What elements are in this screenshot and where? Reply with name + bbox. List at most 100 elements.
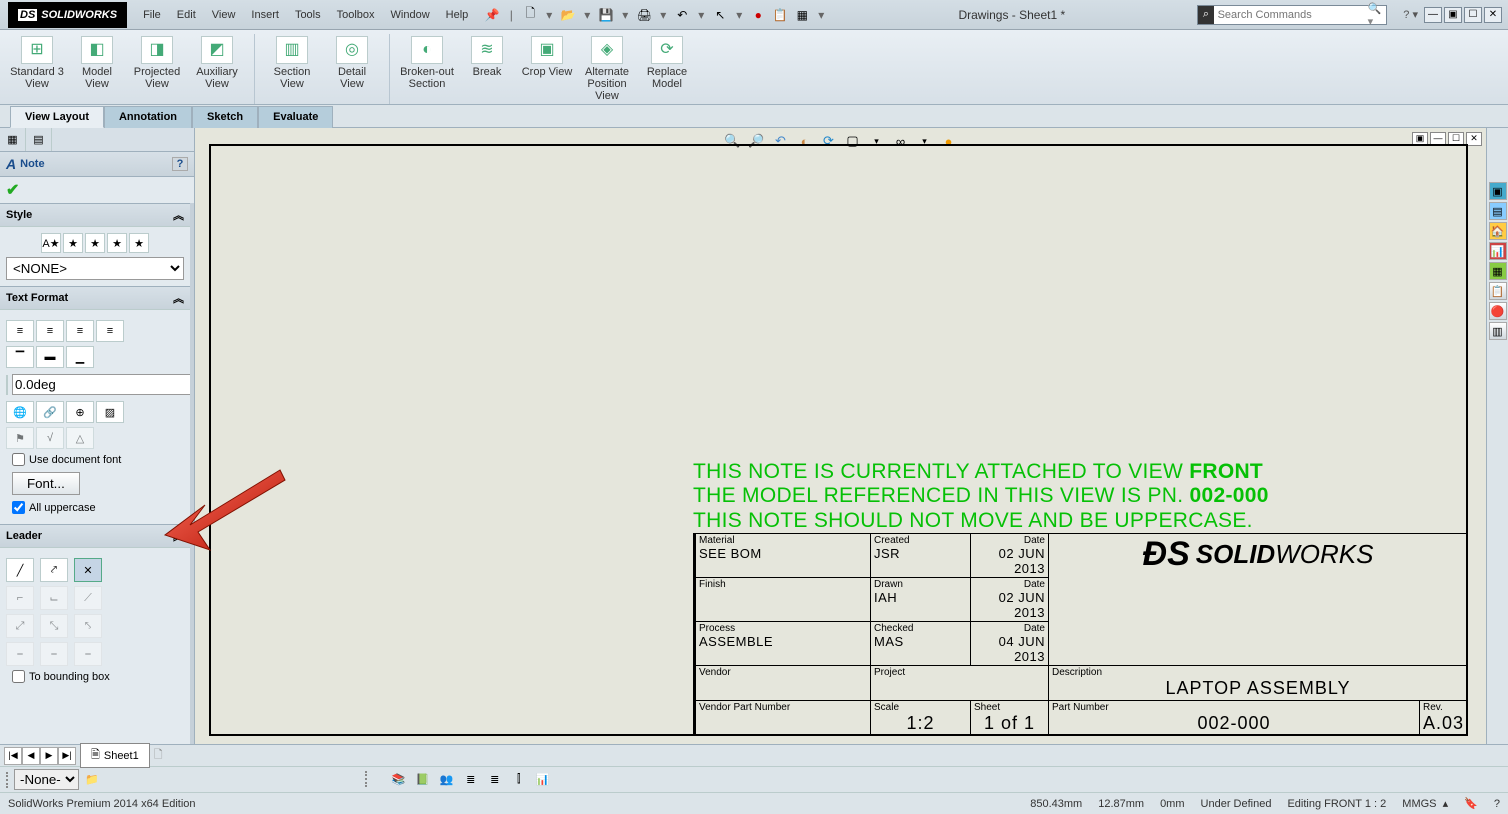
text-format-section-header[interactable]: Text Format︽ bbox=[0, 286, 190, 310]
style-load-icon[interactable]: ★ bbox=[129, 233, 149, 253]
last-sheet-icon[interactable]: ▶| bbox=[58, 747, 76, 765]
projected-view-button[interactable]: ◨Projected View bbox=[128, 34, 186, 92]
first-sheet-icon[interactable]: |◀ bbox=[4, 747, 22, 765]
help-icon[interactable]: ? ▾ bbox=[1403, 8, 1418, 21]
detail-view-button[interactable]: ◎Detail View bbox=[323, 34, 381, 92]
design-library-icon[interactable]: ▤ bbox=[1489, 202, 1507, 220]
align-icon[interactable]: ≣ bbox=[461, 771, 481, 789]
menu-tools[interactable]: Tools bbox=[295, 9, 321, 21]
minimize-icon[interactable]: — bbox=[1424, 7, 1442, 23]
appearances-icon[interactable]: ▦ bbox=[1489, 262, 1507, 280]
next-sheet-icon[interactable]: ▶ bbox=[40, 747, 58, 765]
undo-icon[interactable]: ↶ bbox=[674, 7, 690, 23]
auxiliary-view-button[interactable]: ◩Auxiliary View bbox=[188, 34, 246, 92]
break-button[interactable]: ≋Break bbox=[458, 34, 516, 104]
search-input[interactable] bbox=[1214, 9, 1364, 21]
forum-icon[interactable]: ▥ bbox=[1489, 322, 1507, 340]
prev-sheet-icon[interactable]: ◀ bbox=[22, 747, 40, 765]
menu-file[interactable]: File bbox=[143, 9, 161, 21]
maximize-icon[interactable]: ☐ bbox=[1464, 7, 1482, 23]
align-right-icon[interactable]: ≡ bbox=[66, 320, 94, 342]
options-icon[interactable]: 📋 bbox=[772, 7, 788, 23]
menu-help[interactable]: Help bbox=[446, 9, 469, 21]
link-to-property-icon[interactable]: 🔗 bbox=[36, 401, 64, 423]
ok-icon[interactable]: ✔ bbox=[6, 182, 19, 199]
style-favorite-icon[interactable]: A★ bbox=[41, 233, 61, 253]
alternate-position-view-button[interactable]: ◈Alternate Position View bbox=[578, 34, 636, 104]
replace-model-button[interactable]: ⟳Replace Model bbox=[638, 34, 696, 104]
file-explorer-icon[interactable]: 🏠 bbox=[1489, 222, 1507, 240]
menu-toolbox[interactable]: Toolbox bbox=[337, 9, 375, 21]
open-icon[interactable]: 📂 bbox=[560, 7, 576, 23]
pushpin-icon[interactable]: 📌 bbox=[484, 7, 500, 23]
resources-icon[interactable]: ▣ bbox=[1489, 182, 1507, 200]
select-icon[interactable]: ↖ bbox=[712, 7, 728, 23]
align-center-icon[interactable]: ≡ bbox=[36, 320, 64, 342]
filter-select[interactable]: -None- bbox=[14, 769, 79, 790]
broken-out-section-button[interactable]: ◐Broken-out Section bbox=[398, 34, 456, 104]
insert-hyperlink-icon[interactable]: 🌐 bbox=[6, 401, 34, 423]
leader-none-icon[interactable]: ✕ bbox=[74, 558, 102, 582]
menu-insert[interactable]: Insert bbox=[251, 9, 279, 21]
model-view-button[interactable]: ◧Model View bbox=[68, 34, 126, 92]
print-icon[interactable]: 🖨 bbox=[636, 7, 652, 23]
tab-sketch[interactable]: Sketch bbox=[192, 106, 258, 128]
layer-icon[interactable]: 📚 bbox=[389, 771, 409, 789]
valign-middle-icon[interactable]: ▬ bbox=[36, 346, 64, 368]
style-section-header[interactable]: Style︽ bbox=[0, 203, 190, 227]
property-manager-tab-icon[interactable]: ▤ bbox=[26, 128, 52, 151]
leader-section-header[interactable]: Leader︽ bbox=[0, 524, 190, 548]
all-uppercase-checkbox[interactable] bbox=[12, 501, 25, 514]
use-document-font-checkbox[interactable] bbox=[12, 453, 25, 466]
help-button-icon[interactable]: ? bbox=[172, 157, 188, 171]
style-delete-icon[interactable]: ★ bbox=[85, 233, 105, 253]
crop-view-button[interactable]: ▣Crop View bbox=[518, 34, 576, 104]
menu-edit[interactable]: Edit bbox=[177, 9, 196, 21]
filter-icon[interactable]: 📁 bbox=[85, 773, 99, 786]
doc-close-icon[interactable]: ✕ bbox=[1466, 132, 1482, 146]
section-view-button[interactable]: ▥Section View bbox=[263, 34, 321, 92]
style-add-icon[interactable]: ★ bbox=[63, 233, 83, 253]
to-bounding-box-checkbox[interactable] bbox=[12, 670, 25, 683]
valign-top-icon[interactable]: ▔ bbox=[6, 346, 34, 368]
close-icon[interactable]: ✕ bbox=[1484, 7, 1502, 23]
font-button[interactable]: Font... bbox=[12, 472, 80, 495]
align-left-icon[interactable]: ≡ bbox=[6, 320, 34, 342]
layer3-icon[interactable]: 👥 bbox=[437, 771, 457, 789]
drawing-note[interactable]: THIS NOTE IS CURRENTLY ATTACHED TO VIEW … bbox=[693, 460, 1269, 532]
leader-style-1-icon[interactable]: ╱ bbox=[6, 558, 34, 582]
tab-annotation[interactable]: Annotation bbox=[104, 106, 192, 128]
custom-properties-icon[interactable]: 📋 bbox=[1489, 282, 1507, 300]
drawing-canvas[interactable]: 🔍 🔎 ↶ ◐ ⟳ ▢ ▾ ∞ ▾ ● ▣ — ☐ ✕ THIS NOTE IS… bbox=[195, 128, 1486, 744]
chart-icon[interactable]: 📊 bbox=[533, 771, 553, 789]
view-palette-icon[interactable]: 📊 bbox=[1489, 242, 1507, 260]
sheet-tab[interactable]: 🗎 Sheet1 bbox=[80, 743, 150, 768]
save-icon[interactable]: 💾 bbox=[598, 7, 614, 23]
status-tag-icon[interactable]: 🔖 bbox=[1464, 797, 1478, 810]
tab-evaluate[interactable]: Evaluate bbox=[258, 106, 333, 128]
standard-3-view-button[interactable]: ⊞Standard 3 View bbox=[8, 34, 66, 92]
feature-tree-tab-icon[interactable]: ▦ bbox=[0, 128, 26, 151]
restore-icon[interactable]: ▣ bbox=[1444, 7, 1462, 23]
angle-input[interactable] bbox=[12, 374, 194, 395]
rgb-icon[interactable]: 🔴 bbox=[1489, 302, 1507, 320]
align2-icon[interactable]: ≣ bbox=[485, 771, 505, 789]
layer2-icon[interactable]: 📗 bbox=[413, 771, 433, 789]
leader-style-2-icon[interactable]: ⤤ bbox=[40, 558, 68, 582]
align3-icon[interactable]: ⫿ bbox=[509, 771, 529, 789]
add-sheet-icon[interactable]: 🗋 bbox=[154, 746, 163, 765]
rebuild-icon[interactable]: ● bbox=[750, 7, 766, 23]
new-icon[interactable]: 🗋 bbox=[522, 7, 538, 23]
screen-capture-icon[interactable]: ▦ bbox=[794, 7, 810, 23]
menu-view[interactable]: View bbox=[212, 9, 236, 21]
search-dropdown-icon[interactable]: 🔍▾ bbox=[1364, 2, 1387, 28]
style-select[interactable]: <NONE> bbox=[6, 257, 184, 280]
style-save-icon[interactable]: ★ bbox=[107, 233, 127, 253]
pattern-icon[interactable]: ▨ bbox=[96, 401, 124, 423]
menu-window[interactable]: Window bbox=[391, 9, 430, 21]
align-justify-icon[interactable]: ≡ bbox=[96, 320, 124, 342]
search-commands[interactable]: ⌕ 🔍▾ bbox=[1197, 5, 1387, 25]
add-symbol-icon[interactable]: ⊕ bbox=[66, 401, 94, 423]
status-units[interactable]: MMGS ▴ bbox=[1402, 797, 1448, 810]
tab-view-layout[interactable]: View Layout bbox=[10, 106, 104, 128]
